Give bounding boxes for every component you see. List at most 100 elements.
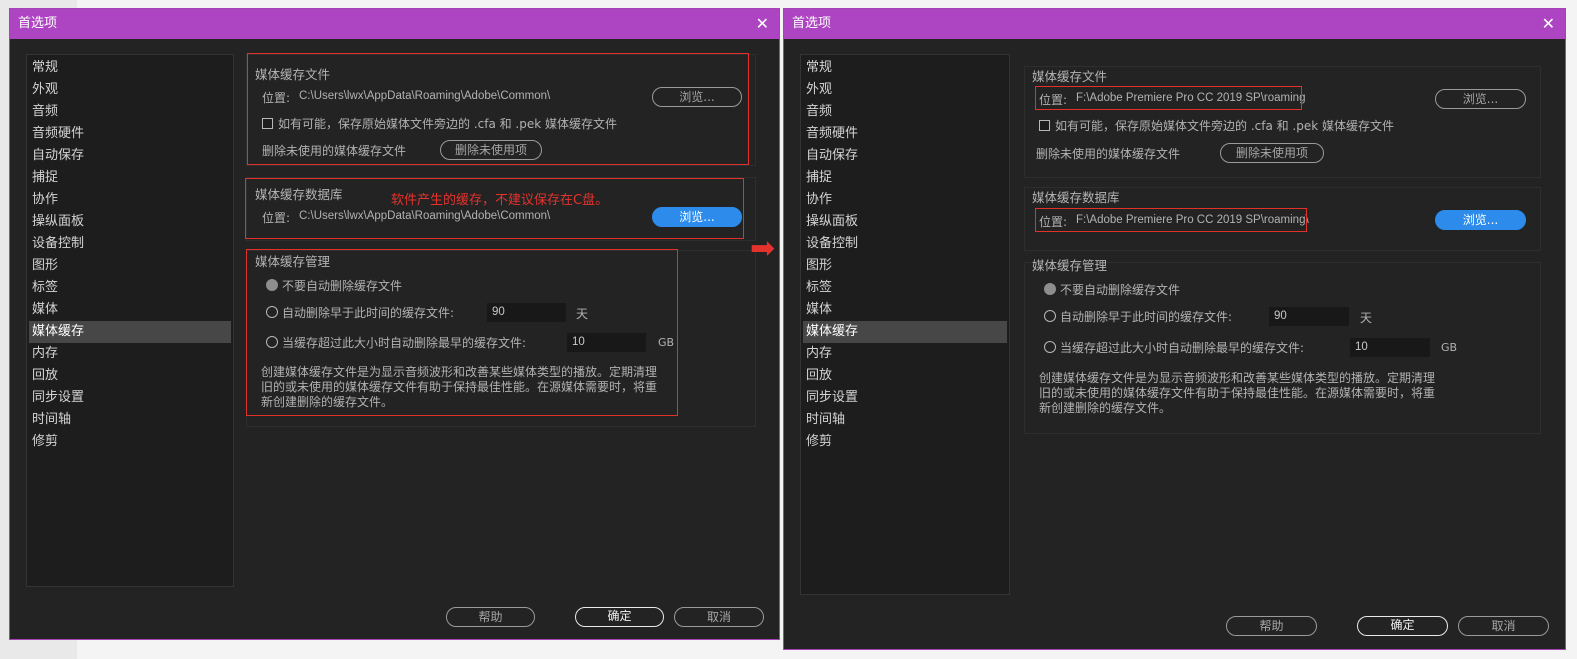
preferences-sidebar: 常规 外观 音频 音频硬件 自动保存 捕捉 协作 操纵面板 设备控制 图形 标签… xyxy=(800,54,1010,595)
sidebar-item-labels[interactable]: 标签 xyxy=(29,277,231,299)
gb-input[interactable]: 10 xyxy=(567,333,646,352)
sidebar-item-capture[interactable]: 捕捉 xyxy=(29,167,231,189)
sidebar-item-timeline[interactable]: 时间轴 xyxy=(803,409,1007,431)
delete-larger-label: 当缓存超过此大小时自动删除最早的缓存文件: xyxy=(1060,341,1305,355)
cache-description: 创建媒体缓存文件是为显示音频波形和改善某些媒体类型的播放。定期清理旧的或未使用的… xyxy=(1039,371,1436,415)
delete-unused-label: 删除未使用的媒体缓存文件 xyxy=(262,144,407,158)
sidebar-item-collaboration[interactable]: 协作 xyxy=(803,189,1007,211)
sidebar-item-media-cache[interactable]: 媒体缓存 xyxy=(29,321,231,343)
sidebar-item-auto-save[interactable]: 自动保存 xyxy=(803,145,1007,167)
delete-older-label: 自动删除早于此时间的缓存文件: xyxy=(282,306,455,320)
delete-unused-button[interactable]: 删除未使用项 xyxy=(440,140,542,160)
delete-unused-button[interactable]: 删除未使用项 xyxy=(1220,143,1324,163)
sidebar-item-media[interactable]: 媒体 xyxy=(803,299,1007,321)
titlebar: 首选项 ✕ xyxy=(10,9,779,39)
browse-database-button[interactable]: 浏览... xyxy=(1435,210,1526,230)
media-cache-database-heading: 媒体缓存数据库 xyxy=(1032,190,1120,205)
database-location-value: C:\Users\lwx\AppData\Roaming\Adobe\Commo… xyxy=(299,210,551,222)
media-cache-database-heading: 媒体缓存数据库 xyxy=(255,187,343,202)
never-delete-label: 不要自动删除缓存文件 xyxy=(282,279,403,293)
delete-larger-radio[interactable] xyxy=(1044,341,1056,353)
save-beside-original-checkbox[interactable] xyxy=(1039,120,1050,131)
sidebar-item-graphics[interactable]: 图形 xyxy=(29,255,231,277)
sidebar-item-media-cache[interactable]: 媒体缓存 xyxy=(803,321,1007,343)
never-delete-label: 不要自动删除缓存文件 xyxy=(1060,283,1181,297)
media-cache-management-heading: 媒体缓存管理 xyxy=(1032,258,1108,273)
browse-database-button[interactable]: 浏览... xyxy=(652,207,742,227)
save-beside-original-label: 如有可能，保存原始媒体文件旁边的 .cfa 和 .pek 媒体缓存文件 xyxy=(1055,119,1395,133)
preferences-dialog-after: 首选项 ✕ 常规 外观 音频 音频硬件 自动保存 捕捉 协作 操纵面板 设备控制… xyxy=(783,8,1566,650)
dialog-title: 首选项 xyxy=(792,16,832,31)
help-button[interactable]: 帮助 xyxy=(446,607,535,627)
sidebar-item-media[interactable]: 媒体 xyxy=(29,299,231,321)
sidebar-item-graphics[interactable]: 图形 xyxy=(803,255,1007,277)
gb-unit-label: GB xyxy=(1441,341,1458,354)
sidebar-item-control-surface[interactable]: 操纵面板 xyxy=(29,211,231,233)
media-cache-files-heading: 媒体缓存文件 xyxy=(255,67,331,82)
sidebar-item-collaboration[interactable]: 协作 xyxy=(29,189,231,211)
cache-files-location-value: F:\Adobe Premiere Pro CC 2019 SP\roaming xyxy=(1076,92,1306,104)
sidebar-item-sync-settings[interactable]: 同步设置 xyxy=(803,387,1007,409)
never-delete-radio[interactable] xyxy=(1044,283,1056,295)
sidebar-item-appearance[interactable]: 外观 xyxy=(803,79,1007,101)
delete-unused-label: 删除未使用的媒体缓存文件 xyxy=(1036,147,1181,161)
preferences-dialog-before: 首选项 ✕ 常规 外观 音频 音频硬件 自动保存 捕捉 协作 操纵面板 设备控制… xyxy=(9,8,780,640)
sidebar-item-memory[interactable]: 内存 xyxy=(803,343,1007,365)
location-label: 位置: xyxy=(262,91,291,105)
cancel-button[interactable]: 取消 xyxy=(1458,616,1549,636)
media-cache-files-heading: 媒体缓存文件 xyxy=(1032,69,1108,84)
sidebar-item-general[interactable]: 常规 xyxy=(29,57,231,79)
sidebar-item-trim[interactable]: 修剪 xyxy=(803,431,1007,453)
annotation-warning: 软件产生的缓存，不建议保存在C盘。 xyxy=(391,193,609,208)
sidebar-item-timeline[interactable]: 时间轴 xyxy=(29,409,231,431)
sidebar-item-audio[interactable]: 音频 xyxy=(29,101,231,123)
delete-older-label: 自动删除早于此时间的缓存文件: xyxy=(1060,310,1233,324)
sidebar-item-control-surface[interactable]: 操纵面板 xyxy=(803,211,1007,233)
red-arrow-icon: ➡ xyxy=(750,231,776,266)
sidebar-item-device-control[interactable]: 设备控制 xyxy=(29,233,231,255)
titlebar: 首选项 ✕ xyxy=(784,9,1565,39)
location-label: 位置: xyxy=(1039,93,1068,107)
database-location-value: F:\Adobe Premiere Pro CC 2019 SP\roaming… xyxy=(1076,214,1309,226)
cache-files-location-value: C:\Users\lwx\AppData\Roaming\Adobe\Commo… xyxy=(299,90,551,102)
sidebar-item-audio-hardware[interactable]: 音频硬件 xyxy=(29,123,231,145)
sidebar-item-appearance[interactable]: 外观 xyxy=(29,79,231,101)
help-button[interactable]: 帮助 xyxy=(1226,616,1317,636)
delete-older-radio[interactable] xyxy=(266,306,278,318)
media-cache-management-heading: 媒体缓存管理 xyxy=(255,254,331,269)
delete-older-radio[interactable] xyxy=(1044,310,1056,322)
delete-larger-radio[interactable] xyxy=(266,336,278,348)
sidebar-item-playback[interactable]: 回放 xyxy=(803,365,1007,387)
close-icon[interactable]: ✕ xyxy=(756,9,769,39)
location-label: 位置: xyxy=(262,211,291,225)
ok-button[interactable]: 确定 xyxy=(1357,616,1448,636)
cache-description: 创建媒体缓存文件是为显示音频波形和改善某些媒体类型的播放。定期清理旧的或未使用的… xyxy=(261,365,658,409)
sidebar-item-device-control[interactable]: 设备控制 xyxy=(803,233,1007,255)
sidebar-item-capture[interactable]: 捕捉 xyxy=(803,167,1007,189)
preferences-sidebar: 常规 外观 音频 音频硬件 自动保存 捕捉 协作 操纵面板 设备控制 图形 标签… xyxy=(26,54,234,587)
save-beside-original-checkbox[interactable] xyxy=(262,118,273,129)
sidebar-item-sync-settings[interactable]: 同步设置 xyxy=(29,387,231,409)
gb-unit-label: GB xyxy=(658,336,675,349)
days-input[interactable]: 90 xyxy=(487,303,566,322)
dialog-title: 首选项 xyxy=(18,16,58,31)
browse-cache-files-button[interactable]: 浏览... xyxy=(652,87,742,107)
sidebar-item-labels[interactable]: 标签 xyxy=(803,277,1007,299)
sidebar-item-auto-save[interactable]: 自动保存 xyxy=(29,145,231,167)
sidebar-item-playback[interactable]: 回放 xyxy=(29,365,231,387)
days-unit-label: 天 xyxy=(1360,311,1373,325)
delete-larger-label: 当缓存超过此大小时自动删除最早的缓存文件: xyxy=(282,336,527,350)
sidebar-item-general[interactable]: 常规 xyxy=(803,57,1007,79)
days-input[interactable]: 90 xyxy=(1269,307,1349,326)
cancel-button[interactable]: 取消 xyxy=(674,607,764,627)
never-delete-radio[interactable] xyxy=(266,279,278,291)
save-beside-original-label: 如有可能，保存原始媒体文件旁边的 .cfa 和 .pek 媒体缓存文件 xyxy=(278,117,618,131)
sidebar-item-audio[interactable]: 音频 xyxy=(803,101,1007,123)
gb-input[interactable]: 10 xyxy=(1350,338,1430,357)
sidebar-item-audio-hardware[interactable]: 音频硬件 xyxy=(803,123,1007,145)
browse-cache-files-button[interactable]: 浏览... xyxy=(1435,89,1526,109)
sidebar-item-trim[interactable]: 修剪 xyxy=(29,431,231,453)
close-icon[interactable]: ✕ xyxy=(1542,9,1555,39)
sidebar-item-memory[interactable]: 内存 xyxy=(29,343,231,365)
ok-button[interactable]: 确定 xyxy=(575,607,664,627)
